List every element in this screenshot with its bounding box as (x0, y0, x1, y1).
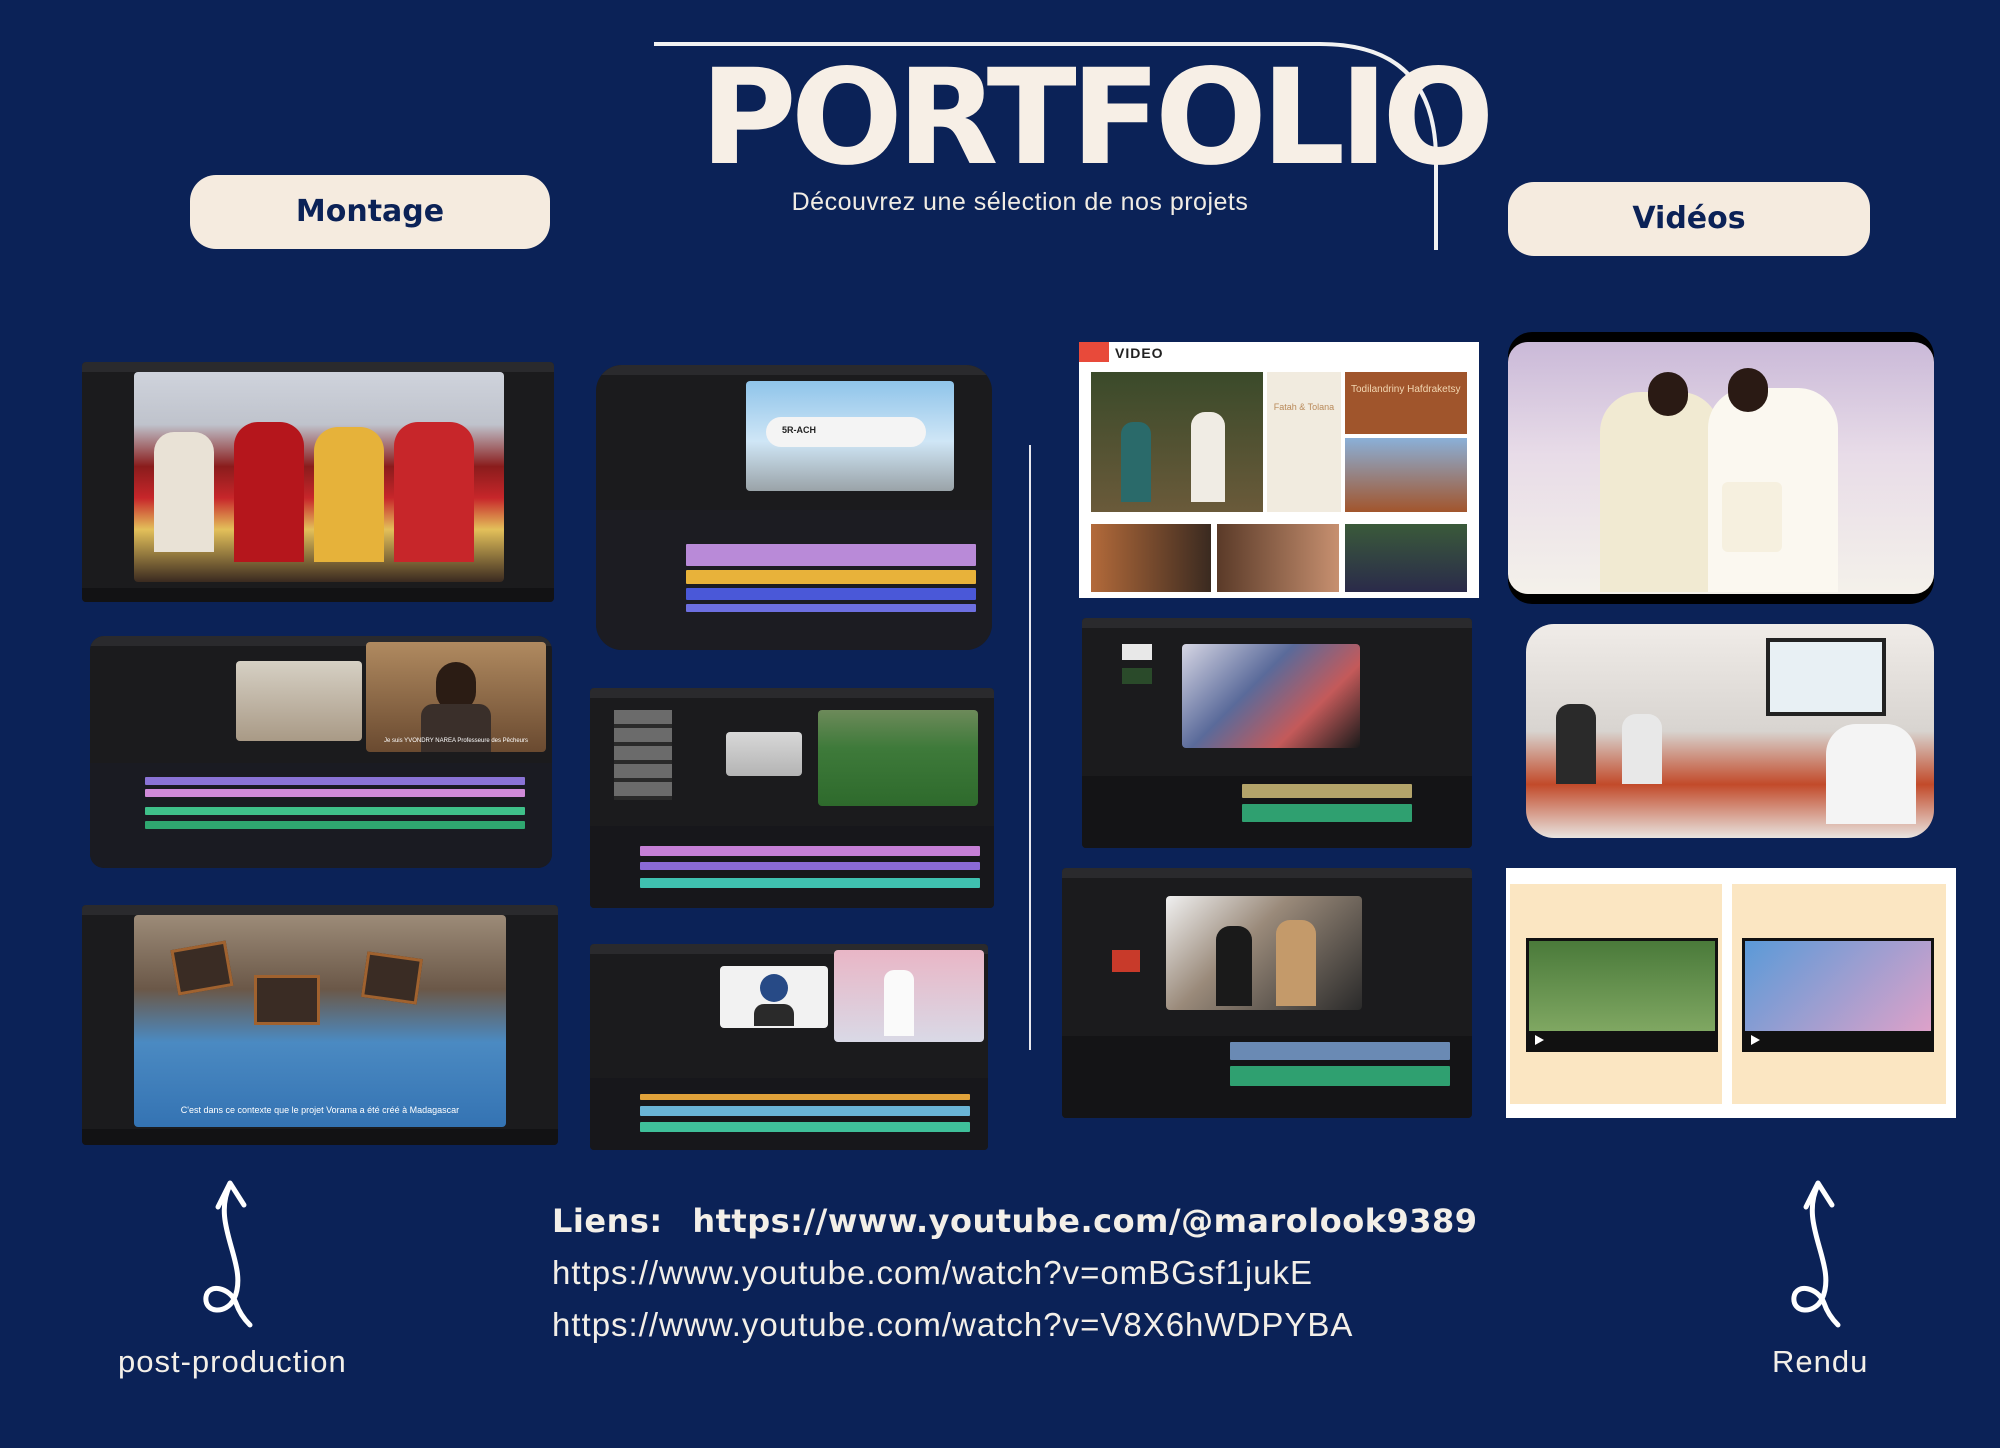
video-frame-bottles (236, 661, 362, 741)
video-badge: VIDEO (1115, 345, 1164, 361)
videos-pill[interactable]: Vidéos (1508, 182, 1870, 256)
video-player-2[interactable] (1742, 938, 1934, 1052)
editing-screenshot-interview: Je suis YVONDRY NAREA Professeure des Pê… (90, 636, 552, 868)
montage-pill[interactable]: Montage (190, 175, 550, 249)
guitar-couple-photo (1091, 372, 1263, 512)
editing-screenshot-stadium (590, 688, 994, 908)
youtube-video-link-2[interactable]: https://www.youtube.com/watch?v=V8X6hWDP… (552, 1299, 1478, 1351)
editing-screenshot-airplane: 5R-ACH (596, 365, 992, 650)
caption-rendu: Rendu (1772, 1344, 1869, 1379)
training-room-photo (1526, 624, 1934, 838)
video-frame-crowd (1182, 644, 1360, 748)
curly-up-arrow-icon (1791, 1180, 1841, 1328)
video-player-thumbnails (1506, 868, 1956, 1118)
editing-screenshot-resolve-1 (1082, 618, 1472, 848)
play-icon[interactable] (1751, 1035, 1760, 1045)
video-frame-interview: Je suis YVONDRY NAREA Professeure des Pê… (366, 642, 546, 752)
video-frame-dancers (726, 732, 802, 776)
youtube-video-link-1[interactable]: https://www.youtube.com/watch?v=omBGsf1j… (552, 1247, 1478, 1299)
editing-screenshot-classroom: C'est dans ce contexte que le projet Vor… (82, 905, 558, 1145)
links-label: Liens: (552, 1202, 663, 1240)
page-title: PORTFOLIO (700, 41, 1495, 195)
play-icon[interactable] (1535, 1035, 1544, 1045)
wooden-sign: Todilandriny Hafdraketsy (1351, 384, 1461, 395)
video-frame-graduation (134, 372, 504, 582)
caption-post-production: post-production (118, 1344, 347, 1379)
couple-names: Fatah & Tolana (1273, 402, 1335, 412)
video-frame-presenter (720, 966, 828, 1028)
video-frame-children: C'est dans ce contexte que le projet Vor… (134, 915, 506, 1127)
video-frame-hospital (834, 950, 984, 1042)
curly-up-arrow-icon (203, 1180, 253, 1328)
video-frame-stadium (818, 710, 978, 806)
editing-screenshot-resolve-2 (1062, 868, 1472, 1118)
links-block: Liens: https://www.youtube.com/@marolook… (552, 1195, 1478, 1351)
page-subtitle: Découvrez une sélection de nos projets (791, 188, 1249, 216)
column-divider (1029, 445, 1031, 1050)
aircraft-registration: 5R-ACH (782, 425, 817, 435)
youtube-channel-link[interactable]: https://www.youtube.com/@marolook9389 (692, 1202, 1477, 1240)
video-card-wedding-collage: VIDEO Fatah & Tolana Todilandriny Hafdra… (1079, 342, 1479, 598)
wedding-photo (1508, 332, 1934, 604)
video-frame-conference (1166, 896, 1362, 1010)
interview-subtitle: Je suis YVONDRY NAREA Professeure des Pê… (383, 738, 529, 744)
video-frame-airplane: 5R-ACH (746, 381, 954, 491)
video-player-1[interactable] (1526, 938, 1718, 1052)
classroom-subtitle: C'est dans ce contexte que le projet Vor… (180, 1105, 460, 1115)
editing-screenshot-hospital (590, 944, 988, 1150)
editing-screenshot-ceremony (82, 362, 554, 602)
